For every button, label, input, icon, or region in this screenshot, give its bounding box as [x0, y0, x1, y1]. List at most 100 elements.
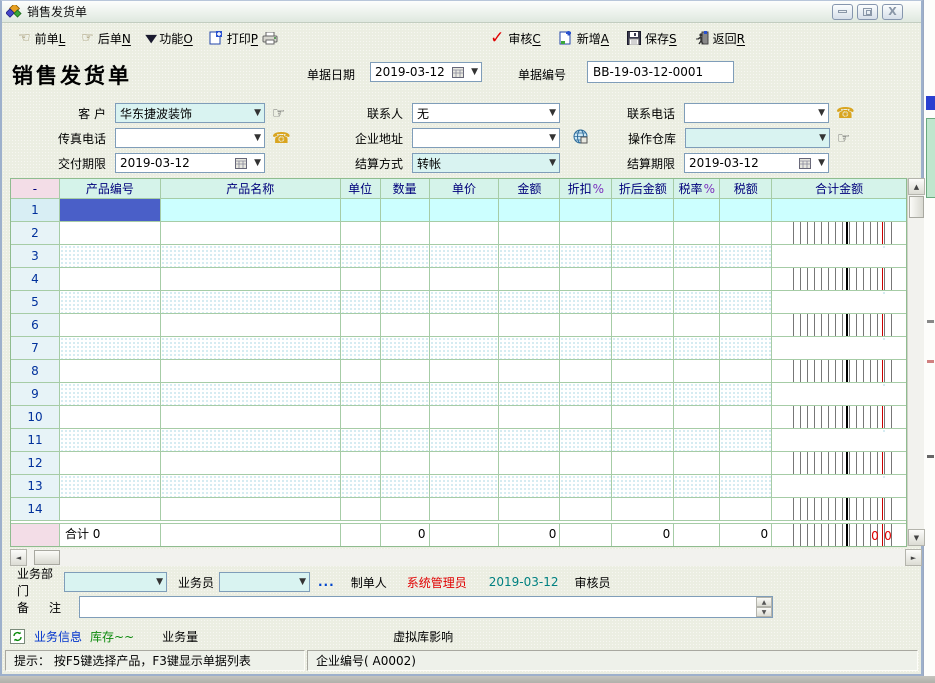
table-cell[interactable] — [341, 452, 381, 475]
table-cell[interactable] — [60, 268, 161, 291]
table-cell[interactable] — [612, 314, 674, 337]
table-cell[interactable] — [560, 314, 612, 337]
table-cell[interactable] — [430, 337, 500, 360]
table-cell[interactable] — [161, 245, 341, 268]
scroll-right-button[interactable]: ► — [905, 549, 922, 566]
table-cell[interactable] — [674, 245, 720, 268]
column-header[interactable]: 产品名称 — [161, 179, 341, 199]
phone-icon[interactable]: ☎ — [836, 104, 855, 122]
table-cell[interactable] — [674, 337, 720, 360]
table-cell[interactable] — [560, 429, 612, 452]
table-cell[interactable] — [772, 199, 906, 222]
table-cell[interactable] — [772, 222, 906, 245]
customer-select[interactable]: 华东捷波装饰 ▼ — [115, 103, 265, 123]
table-cell[interactable] — [430, 268, 500, 291]
table-row[interactable]: 10 — [11, 406, 906, 429]
settle-deadline-field[interactable]: 2019-03-12 ▼ — [684, 153, 829, 173]
table-cell[interactable] — [60, 475, 161, 498]
table-cell[interactable] — [499, 452, 560, 475]
table-cell[interactable] — [772, 291, 906, 314]
table-cell[interactable] — [560, 291, 612, 314]
table-cell[interactable] — [60, 222, 161, 245]
warehouse-select[interactable]: ▼ — [685, 128, 830, 148]
prev-doc-button[interactable]: ☜ 前单L — [12, 28, 71, 49]
table-cell[interactable] — [430, 475, 500, 498]
horizontal-scrollbar[interactable]: ◄ ► — [10, 549, 922, 566]
table-cell[interactable] — [60, 383, 161, 406]
more-button[interactable]: ... — [310, 575, 343, 589]
column-header[interactable]: 合计金额 — [772, 179, 906, 199]
table-cell[interactable] — [430, 498, 500, 521]
table-cell[interactable] — [560, 268, 612, 291]
table-cell[interactable] — [381, 406, 430, 429]
table-row[interactable]: 3 — [11, 245, 906, 268]
table-cell[interactable] — [341, 383, 381, 406]
table-row[interactable]: 4 — [11, 268, 906, 291]
table-cell[interactable] — [560, 475, 612, 498]
table-cell[interactable] — [674, 498, 720, 521]
table-cell[interactable] — [612, 498, 674, 521]
table-row[interactable]: 14 — [11, 498, 906, 521]
table-cell[interactable] — [674, 291, 720, 314]
table-cell[interactable] — [772, 406, 906, 429]
table-cell[interactable] — [161, 452, 341, 475]
table-cell[interactable] — [560, 199, 612, 222]
table-cell[interactable] — [161, 222, 341, 245]
delivery-deadline-field[interactable]: 2019-03-12 ▼ — [115, 153, 265, 173]
table-cell[interactable] — [560, 498, 612, 521]
table-cell[interactable] — [612, 337, 674, 360]
contact-select[interactable]: 无 ▼ — [412, 103, 560, 123]
table-cell[interactable] — [612, 452, 674, 475]
table-cell[interactable] — [161, 337, 341, 360]
table-cell[interactable] — [161, 383, 341, 406]
table-cell[interactable] — [381, 268, 430, 291]
table-row[interactable]: 8 — [11, 360, 906, 383]
table-cell[interactable] — [772, 498, 906, 521]
dropdown-arrow-icon[interactable]: ▼ — [254, 158, 261, 168]
table-cell[interactable] — [161, 291, 341, 314]
table-row[interactable]: 1 — [11, 199, 906, 222]
table-cell[interactable] — [430, 291, 500, 314]
table-cell[interactable] — [720, 475, 772, 498]
table-cell[interactable] — [161, 475, 341, 498]
table-cell[interactable] — [499, 429, 560, 452]
column-header[interactable]: - — [11, 179, 60, 199]
column-header[interactable]: 税额 — [720, 179, 772, 199]
table-cell[interactable] — [381, 383, 430, 406]
column-header[interactable]: 折后金额 — [612, 179, 674, 199]
table-cell[interactable] — [674, 475, 720, 498]
table-cell[interactable] — [161, 314, 341, 337]
table-cell[interactable] — [161, 199, 341, 222]
table-cell[interactable] — [499, 475, 560, 498]
table-cell[interactable] — [430, 314, 500, 337]
table-cell[interactable] — [381, 360, 430, 383]
table-cell[interactable] — [674, 429, 720, 452]
table-cell[interactable] — [720, 199, 772, 222]
doc-no-input[interactable]: BB-19-03-12-0001 — [587, 61, 734, 83]
table-cell[interactable] — [499, 406, 560, 429]
table-cell[interactable] — [60, 337, 161, 360]
table-cell[interactable] — [430, 245, 500, 268]
table-cell[interactable] — [772, 337, 906, 360]
stock-link[interactable]: 库存~~ — [82, 628, 134, 645]
table-cell[interactable] — [161, 498, 341, 521]
salesman-select[interactable]: ▼ — [219, 572, 310, 592]
table-cell[interactable] — [674, 360, 720, 383]
table-cell[interactable] — [560, 337, 612, 360]
table-cell[interactable] — [560, 222, 612, 245]
table-cell[interactable] — [612, 383, 674, 406]
dropdown-arrow-icon[interactable]: ▼ — [818, 158, 825, 168]
column-header[interactable]: 金额 — [499, 179, 560, 199]
table-cell[interactable] — [499, 222, 560, 245]
table-cell[interactable] — [674, 199, 720, 222]
table-cell[interactable] — [60, 429, 161, 452]
table-row[interactable]: 6 — [11, 314, 906, 337]
table-cell[interactable] — [381, 222, 430, 245]
column-header[interactable]: 单位 — [341, 179, 381, 199]
table-cell[interactable] — [161, 268, 341, 291]
maximize-button[interactable] — [857, 4, 878, 20]
column-header[interactable]: 产品编号 — [60, 179, 161, 199]
table-cell[interactable] — [499, 360, 560, 383]
dropdown-arrow-icon[interactable]: ▼ — [818, 108, 825, 118]
table-cell[interactable] — [60, 406, 161, 429]
